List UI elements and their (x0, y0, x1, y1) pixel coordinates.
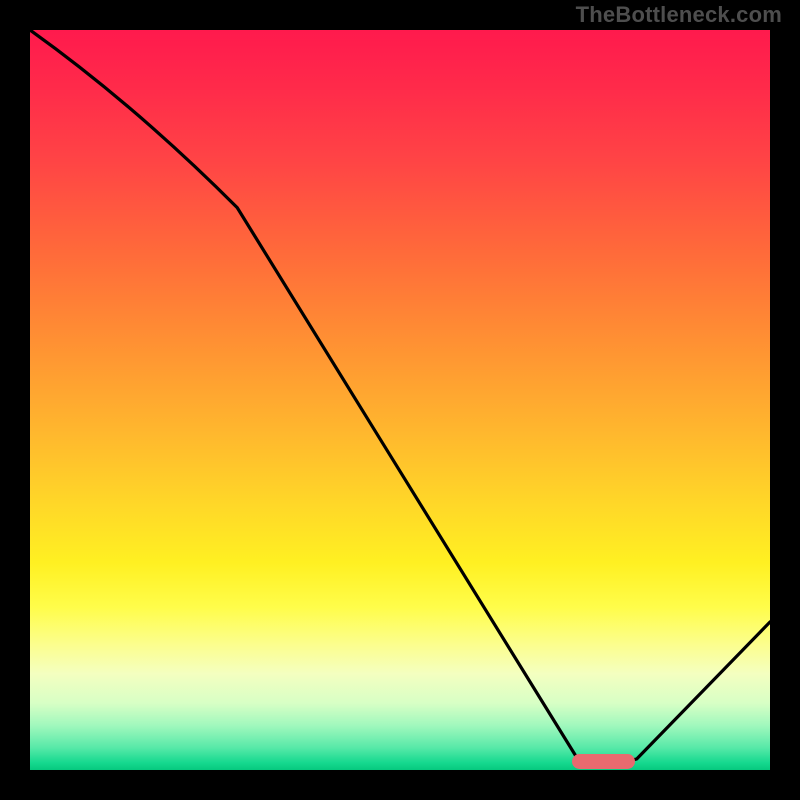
watermark-text: TheBottleneck.com (576, 2, 782, 28)
bottleneck-curve (30, 30, 770, 770)
plot-area (30, 30, 770, 770)
outer-frame: TheBottleneck.com (0, 0, 800, 800)
minimum-marker (572, 754, 634, 769)
